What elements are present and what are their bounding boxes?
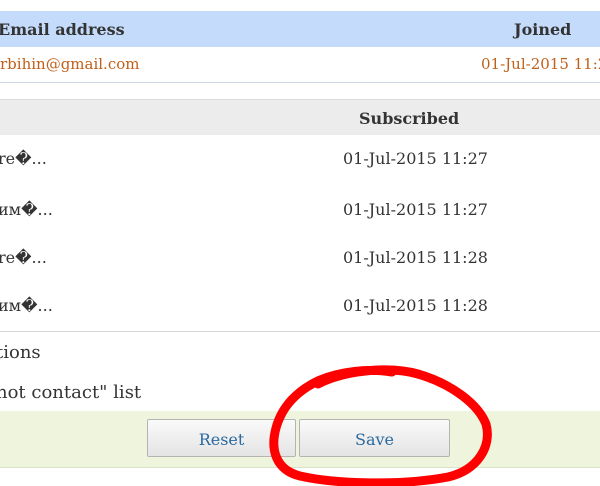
subscription-date: 01-Jul-2015 11:27 xyxy=(343,200,488,219)
table-row: им�... 01-Jul-2015 11:28 xyxy=(0,282,600,330)
contacts-table-header: Email address Joined xyxy=(0,11,600,47)
subscription-name: им�... xyxy=(0,200,53,219)
reset-button[interactable]: Reset xyxy=(147,419,296,457)
options-label: tions xyxy=(0,342,41,363)
table-row: re�... 01-Jul-2015 11:27 xyxy=(0,135,600,183)
form-actions-bar: Reset Save xyxy=(0,411,600,468)
subscription-name: re�... xyxy=(0,248,47,267)
subscription-date: 01-Jul-2015 11:27 xyxy=(343,149,488,168)
subscription-date: 01-Jul-2015 11:28 xyxy=(343,296,488,315)
subscribed-column-header[interactable]: Subscribed xyxy=(359,109,459,128)
email-column-header[interactable]: Email address xyxy=(0,20,125,39)
subscriptions-table-header: Subscribed xyxy=(0,99,600,135)
do-not-contact-label: not contact" list xyxy=(0,382,142,403)
contact-joined-date: 01-Jul-2015 11:27 xyxy=(481,55,600,73)
contact-email-link[interactable]: rbihin@gmail.com xyxy=(0,55,139,73)
table-divider xyxy=(0,331,600,332)
save-button[interactable]: Save xyxy=(299,419,450,457)
subscription-name: re�... xyxy=(0,149,47,168)
table-row: re�... 01-Jul-2015 11:28 xyxy=(0,234,600,282)
subscription-name: им�... xyxy=(0,296,53,315)
table-row: rbihin@gmail.com 01-Jul-2015 11:27 xyxy=(0,47,600,83)
subscription-date: 01-Jul-2015 11:28 xyxy=(343,248,488,267)
joined-column-header[interactable]: Joined xyxy=(514,20,571,39)
table-row: им�... 01-Jul-2015 11:27 xyxy=(0,186,600,234)
